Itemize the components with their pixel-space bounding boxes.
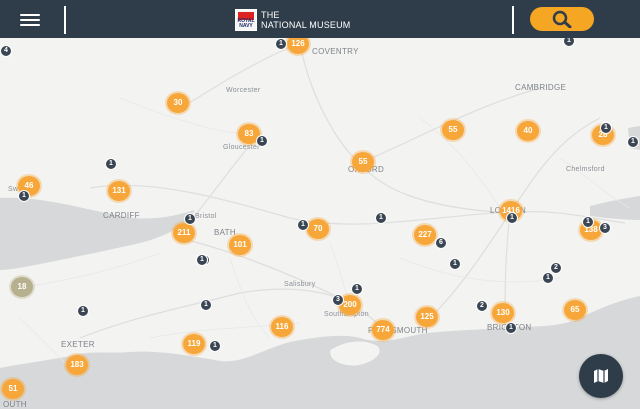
anchor-pin-icon[interactable]: 1 [600,122,612,134]
anchor-pin-icon[interactable]: 3 [332,294,344,306]
map-view[interactable]: COVENTRY CAMBRIDGE Worcester Gloucester … [0,38,640,409]
header-divider-right [512,6,514,34]
anchor-pin-icon[interactable]: 3 [599,222,611,234]
museum-cluster[interactable]: 51 [2,379,24,399]
anchor-pin-icon[interactable]: 2 [550,262,562,274]
anchor-pin-icon[interactable]: 1 [105,158,117,170]
map-icon [594,369,608,383]
anchor-pin-icon[interactable]: 2 [476,300,488,312]
place-label-exeter: EXETER [61,340,95,349]
museum-cluster[interactable]: 131 [108,181,130,201]
place-label-cambridge: CAMBRIDGE [515,83,567,92]
anchor-pin-icon[interactable]: 1 [297,219,309,231]
place-label-chelmsford: Chelmsford [566,166,605,173]
place-label-coventry: COVENTRY [312,47,359,56]
museum-cluster[interactable]: 126 [287,38,309,54]
anchor-pin-icon[interactable]: 1 [375,212,387,224]
museum-cluster[interactable]: 116 [271,317,293,337]
place-label-bristol: Bristol [195,213,217,220]
anchor-pin-icon[interactable]: 1 [200,299,212,311]
museum-cluster[interactable]: 65 [564,300,586,320]
museum-cluster[interactable]: 211 [173,223,195,243]
museum-cluster[interactable]: 101 [229,235,251,255]
anchor-pin-icon[interactable]: 1 [18,190,30,202]
header-divider-left [64,6,66,34]
anchor-pin-icon[interactable]: 4 [0,45,12,57]
museum-cluster[interactable]: 125 [416,307,438,327]
site-logo[interactable]: ROYAL NAVY THE NATIONAL MUSEUM [235,9,351,31]
museum-cluster[interactable]: 70 [307,219,329,239]
search-icon [552,10,572,28]
anchor-pin-icon[interactable]: 1 [506,212,518,224]
anchor-pin-icon[interactable]: 1 [563,38,575,47]
anchor-pin-icon[interactable]: 1 [275,38,287,50]
place-label-plymouth: OUTH [3,400,27,409]
place-label-gloucester: Gloucester [223,144,260,151]
anchor-pin-icon[interactable]: 1 [196,254,208,266]
anchor-pin-icon[interactable]: 1 [77,305,89,317]
hamburger-menu-icon[interactable] [20,11,40,27]
anchor-pin-icon[interactable]: 1 [256,135,268,147]
anchor-pin-icon[interactable]: 1 [627,136,639,148]
museum-cluster[interactable]: 40 [517,121,539,141]
anchor-pin-icon[interactable]: 1 [582,216,594,228]
museum-cluster[interactable]: 30 [167,93,189,113]
anchor-pin-icon[interactable]: 1 [184,213,196,225]
place-label-cardiff: CARDIFF [103,211,140,220]
museum-cluster[interactable]: 130 [492,303,514,323]
museum-cluster[interactable]: 55 [442,120,464,140]
museum-cluster[interactable]: 18 [11,277,33,297]
museum-cluster[interactable]: 227 [414,225,436,245]
site-title: THE NATIONAL MUSEUM [261,10,351,30]
anchor-pin-icon[interactable]: 1 [351,283,363,295]
map-toggle-button[interactable] [579,354,623,398]
museum-cluster[interactable]: 774 [372,320,394,340]
place-label-swansea: Sw [8,186,19,193]
anchor-pin-icon[interactable]: 1 [505,322,517,334]
place-label-worcester: Worcester [226,87,261,94]
anchor-pin-icon[interactable]: 1 [209,340,221,352]
place-label-salisbury: Salisbury [284,281,316,288]
anchor-pin-icon[interactable]: 6 [435,237,447,249]
anchor-pin-icon[interactable]: 1 [449,258,461,270]
top-bar: ROYAL NAVY THE NATIONAL MUSEUM [0,0,640,38]
museum-cluster[interactable]: 119 [183,334,205,354]
museum-cluster[interactable]: 55 [352,152,374,172]
royal-navy-logo-icon: ROYAL NAVY [235,9,257,31]
museum-cluster[interactable]: 183 [66,355,88,375]
search-button[interactable] [530,7,594,31]
